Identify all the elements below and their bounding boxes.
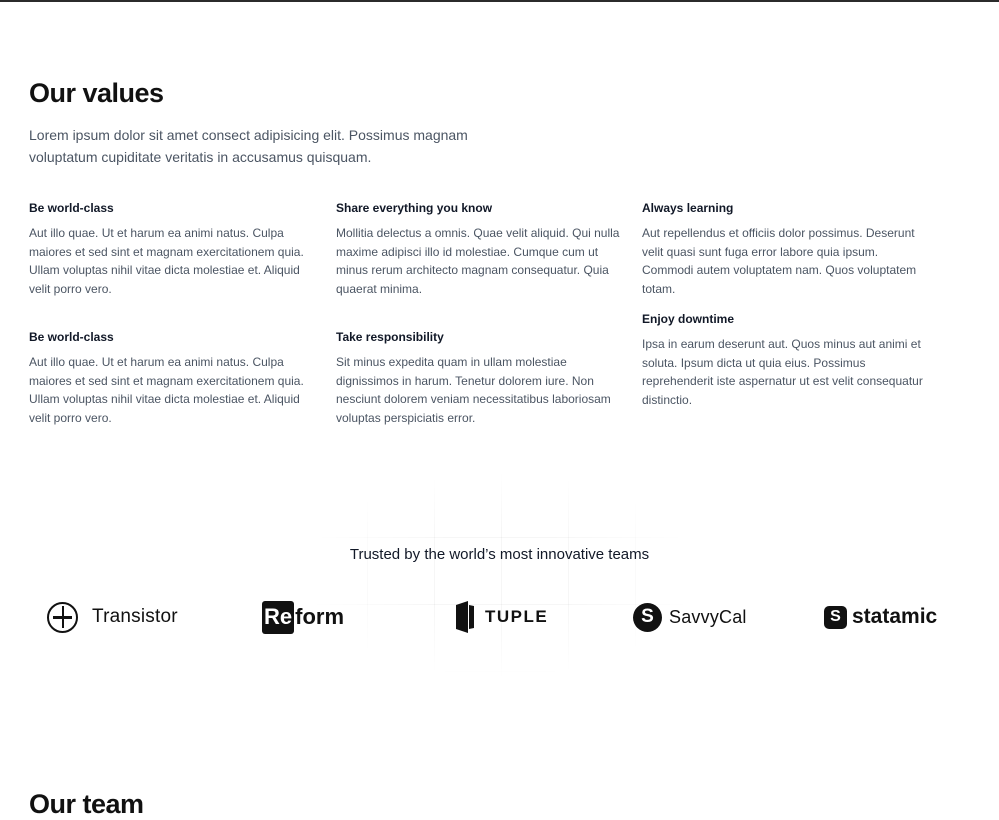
tuple-icon — [456, 601, 474, 633]
value-item: Share everything you know Mollitia delec… — [336, 200, 626, 298]
reform-wordmark: form — [295, 604, 345, 629]
value-title: Share everything you know — [336, 201, 493, 215]
value-title: Take responsibility — [336, 330, 444, 344]
transistor-icon — [47, 601, 78, 633]
tuple-logo: TUPLE — [455, 598, 548, 636]
values-intro: Lorem ipsum dolor sit amet consect adipi… — [29, 127, 468, 165]
value-title: Enjoy downtime — [642, 312, 735, 326]
savvycal-wordmark: SavvyCal — [669, 606, 747, 627]
transistor-logo: Transistor — [47, 598, 178, 636]
value-title: Be world-class — [29, 201, 114, 215]
reform-icon: Re — [262, 600, 295, 634]
values-title: Our values — [29, 78, 164, 108]
value-item: Take responsibility Sit minus expedita q… — [336, 329, 626, 427]
reform-logo: Re form — [262, 598, 344, 636]
value-item: Always learning Aut repellendus et offic… — [642, 200, 932, 298]
tuple-wordmark: TUPLE — [485, 607, 549, 626]
transistor-wordmark: Transistor — [92, 606, 178, 627]
value-title: Always learning — [642, 201, 734, 215]
value-description: Aut illo quae. Ut et harum ea animi natu… — [29, 226, 304, 296]
value-item: Be world-class Aut illo quae. Ut et haru… — [29, 200, 319, 298]
value-description: Mollitia delectus a omnis. Quae velit al… — [336, 226, 620, 296]
statamic-wordmark: statamic — [852, 605, 938, 628]
value-item: Be world-class Aut illo quae. Ut et haru… — [29, 329, 319, 427]
value-description: Aut repellendus et officiis dolor possim… — [642, 226, 917, 296]
grid-background — [300, 470, 700, 680]
statamic-logo: S statamic — [824, 598, 937, 636]
savvycal-logo: S SavvyCal — [633, 598, 747, 636]
value-description: Sit minus expedita quam in ullam molesti… — [336, 355, 611, 425]
team-title: Our team — [29, 789, 144, 819]
savvycal-icon: S — [633, 602, 662, 632]
value-description: Ipsa in earum deserunt aut. Quos minus a… — [642, 337, 923, 407]
value-description: Aut illo quae. Ut et harum ea animi natu… — [29, 355, 304, 425]
top-border — [0, 0, 999, 2]
statamic-icon: S — [824, 605, 847, 629]
value-item: Enjoy downtime Ipsa in earum deserunt au… — [642, 311, 932, 409]
value-title: Be world-class — [29, 330, 114, 344]
trusted-heading: Trusted by the world’s most innovative t… — [349, 546, 650, 563]
